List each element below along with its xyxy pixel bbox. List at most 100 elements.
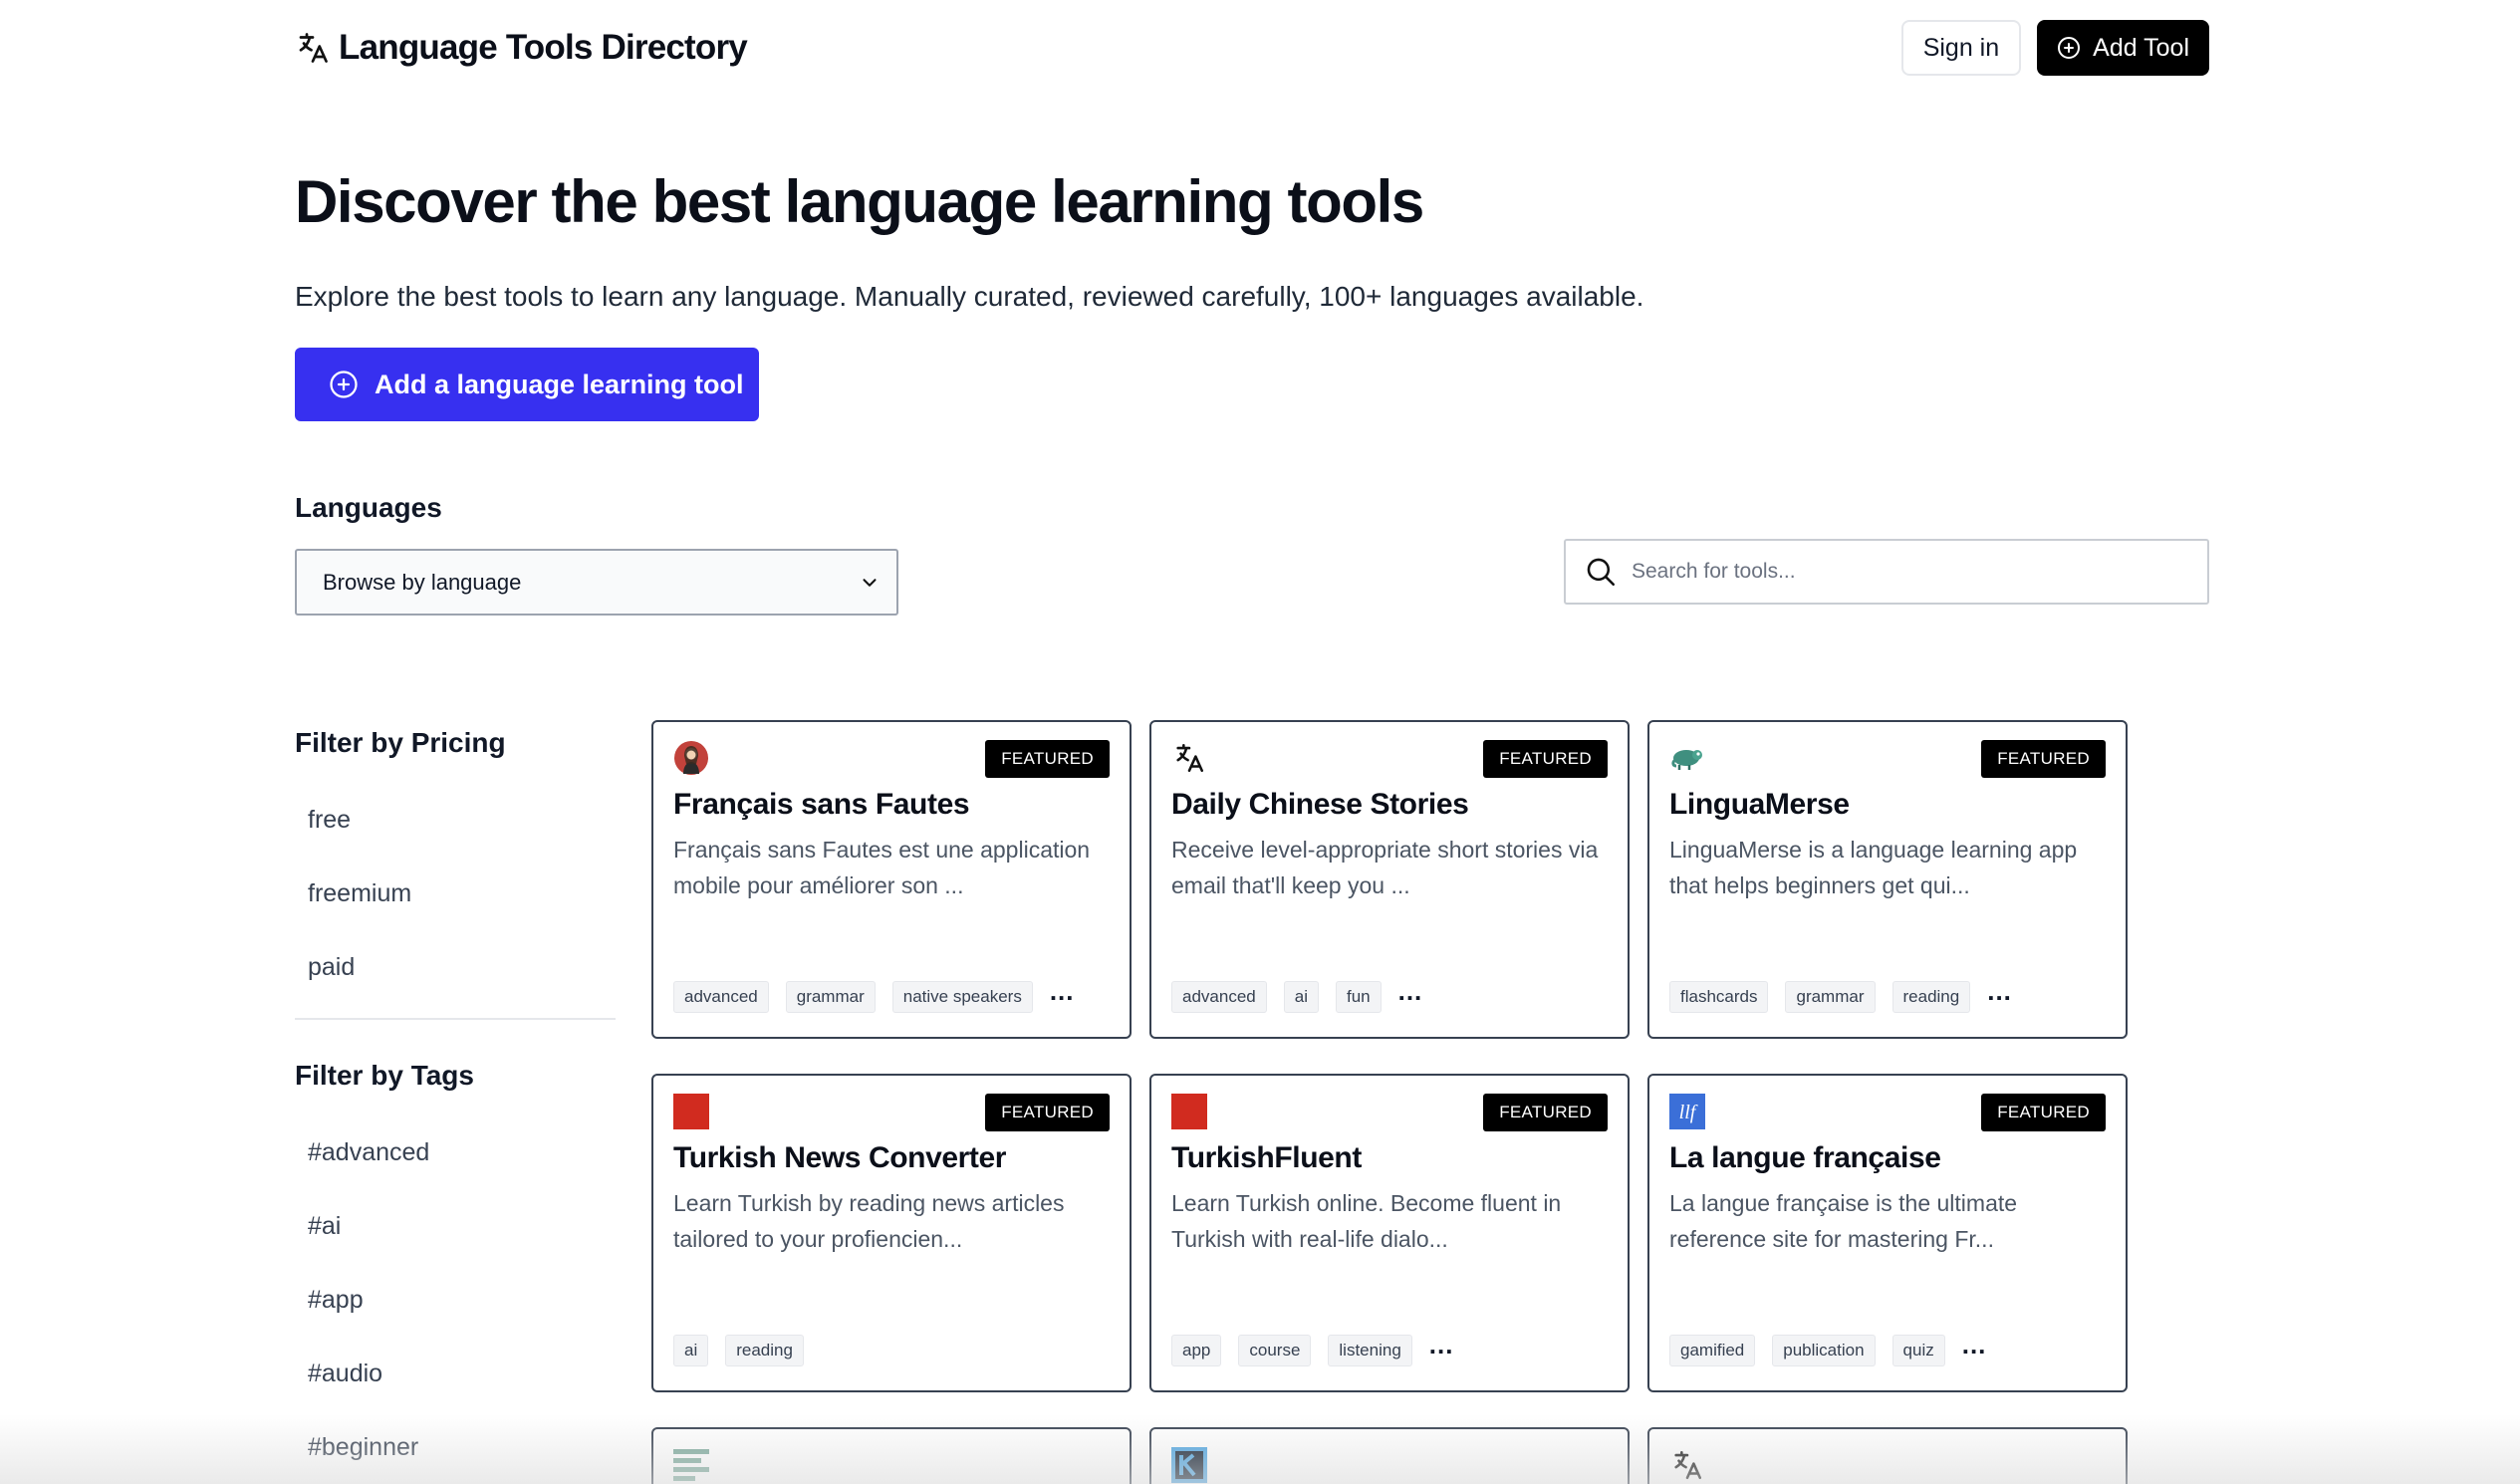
pricing-filter-paid[interactable]: paid [295, 930, 616, 1004]
featured-badge: FEATURED [1483, 740, 1608, 778]
card-tags: advanced ai fun ... [1171, 976, 1423, 1013]
tag-filter-audio[interactable]: #audio [295, 1337, 616, 1410]
more-tags-indicator: ... [1961, 1330, 1987, 1360]
add-language-tool-label: Add a language learning tool [375, 369, 744, 399]
tool-card[interactable] [651, 1427, 1132, 1484]
featured-badge: FEATURED [1981, 740, 2106, 778]
tag-chip[interactable]: native speakers [891, 981, 1033, 1013]
pricing-filter-list: free freemium paid [295, 783, 616, 1004]
header-actions: Sign in Add Tool [1900, 20, 2209, 76]
search-box [1564, 539, 2209, 605]
pricing-filter-title: Filter by Pricing [295, 727, 506, 758]
card-description: LinguaMerse is a language learning app t… [1669, 837, 2078, 898]
svg-text:llf: llf [1679, 1102, 1698, 1123]
sidebar-divider [295, 1018, 616, 1020]
translate-icon [1171, 740, 1207, 776]
add-language-tool-button[interactable]: Add a language learning tool [295, 348, 759, 421]
add-tool-button[interactable]: Add Tool [2037, 20, 2209, 76]
tag-filter-ai[interactable]: #ai [295, 1189, 616, 1263]
red-square-icon [1171, 1094, 1207, 1129]
tag-filter-beginner[interactable]: #beginner [295, 1410, 616, 1484]
tool-card[interactable]: llf FEATURED La langue française La lang… [1647, 1074, 2128, 1392]
card-title: TurkishFluent [1171, 1141, 1362, 1174]
card-tags: gamified publication quiz ... [1669, 1330, 1987, 1366]
tag-chip[interactable]: advanced [673, 981, 769, 1013]
tag-chip[interactable]: ai [673, 1335, 709, 1366]
card-tags: app course listening ... [1171, 1332, 1453, 1366]
more-tags-indicator: ... [1397, 976, 1423, 1006]
tag-chip[interactable]: publication [1772, 1335, 1876, 1366]
tool-card[interactable]: FEATURED TurkishFluent Learn Turkish onl… [1149, 1074, 1630, 1392]
card-title: LinguaMerse [1669, 788, 1850, 821]
tool-card[interactable] [1647, 1427, 2128, 1484]
add-tool-label: Add Tool [2093, 33, 2189, 62]
tag-chip[interactable]: reading [1891, 981, 1971, 1013]
featured-badge: FEATURED [985, 1094, 1110, 1131]
tag-chip[interactable]: quiz [1891, 1335, 1945, 1366]
tag-chip[interactable]: ai [1283, 981, 1319, 1013]
page-subtitle: Explore the best tools to learn any lang… [295, 281, 1644, 312]
tool-card[interactable]: FEATURED Turkish News Converter Learn Tu… [651, 1074, 1132, 1392]
card-description: Learn Turkish by reading news articles t… [673, 1190, 1065, 1252]
tags-filter-title: Filter by Tags [295, 1060, 474, 1091]
pricing-filter-freemium[interactable]: freemium [295, 857, 616, 930]
language-select[interactable]: Browse by language [295, 549, 898, 616]
tag-chip[interactable]: flashcards [1669, 981, 1769, 1013]
tool-card[interactable]: FEATURED LinguaMerse LinguaMerse is a la… [1647, 720, 2128, 1039]
card-description: Français sans Fautes est une application… [673, 837, 1091, 898]
tags-filter-list: #advanced #ai #app #audio #beginner [295, 1115, 616, 1484]
sign-in-button[interactable]: Sign in [1900, 20, 2022, 76]
tag-chip[interactable]: app [1171, 1335, 1222, 1366]
brand[interactable]: Language Tools Directory [295, 28, 748, 68]
tag-chip[interactable]: grammar [1785, 981, 1876, 1013]
card-title: La langue française [1669, 1141, 1941, 1174]
pricing-filter-free[interactable]: free [295, 783, 616, 857]
tag-chip[interactable]: grammar [785, 981, 876, 1013]
plus-circle-icon [2058, 37, 2081, 59]
card-title: Daily Chinese Stories [1171, 788, 1469, 821]
card-description: La langue française is the ultimate refe… [1669, 1190, 2018, 1252]
tag-chip[interactable]: gamified [1669, 1335, 1756, 1366]
tools-grid: FEATURED Français sans Fautes Français s… [651, 720, 2128, 1484]
brand-title: Language Tools Directory [339, 28, 748, 67]
featured-badge: FEATURED [985, 740, 1110, 778]
featured-badge: FEATURED [1981, 1094, 2106, 1131]
tool-card[interactable]: FEATURED Français sans Fautes Français s… [651, 720, 1132, 1039]
llf-icon: llf [1669, 1094, 1705, 1129]
k-icon [1171, 1447, 1207, 1483]
card-title: Turkish News Converter [673, 1141, 1007, 1174]
card-title: Français sans Fautes [673, 788, 970, 821]
woman-portrait-icon [673, 740, 709, 776]
card-tags: advanced grammar native speakers ... [673, 976, 1075, 1013]
tag-chip[interactable]: course [1238, 1335, 1312, 1366]
card-description: Receive level-appropriate short stories … [1171, 837, 1599, 898]
tag-chip[interactable]: reading [725, 1335, 804, 1366]
page: Language Tools Directory Sign in Add Too… [0, 0, 2520, 1484]
red-square-icon [673, 1094, 709, 1129]
page-title: Discover the best language learning tool… [295, 168, 1424, 235]
plus-circle-icon [330, 371, 358, 398]
card-description: Learn Turkish online. Become fluent in T… [1171, 1190, 1562, 1252]
chameleon-icon [1669, 740, 1705, 776]
tag-chip[interactable]: advanced [1171, 981, 1267, 1013]
lines-icon [673, 1447, 709, 1483]
top-header: Language Tools Directory Sign in Add Too… [295, 20, 2209, 76]
tag-filter-advanced[interactable]: #advanced [295, 1115, 616, 1189]
chevron-down-icon [863, 578, 877, 587]
sidebar-filters: Filter by Pricing free freemium paid Fil… [295, 727, 616, 1484]
tag-filter-app[interactable]: #app [295, 1263, 616, 1337]
translate-icon [1669, 1447, 1705, 1483]
more-tags-indicator: ... [1049, 976, 1075, 1006]
languages-label: Languages [295, 492, 442, 523]
tag-chip[interactable]: fun [1335, 981, 1382, 1013]
translate-icon [299, 33, 328, 63]
language-select-value: Browse by language [323, 569, 522, 595]
search-icon [1587, 558, 1616, 587]
tag-chip[interactable]: listening [1328, 1335, 1412, 1366]
card-tags: ai reading [673, 1335, 804, 1366]
tool-card[interactable]: FEATURED Daily Chinese Stories Receive l… [1149, 720, 1630, 1039]
search-input[interactable] [1632, 560, 2189, 584]
card-tags: flashcards grammar reading ... [1669, 978, 2012, 1013]
tool-card[interactable] [1149, 1427, 1630, 1484]
featured-badge: FEATURED [1483, 1094, 1608, 1131]
